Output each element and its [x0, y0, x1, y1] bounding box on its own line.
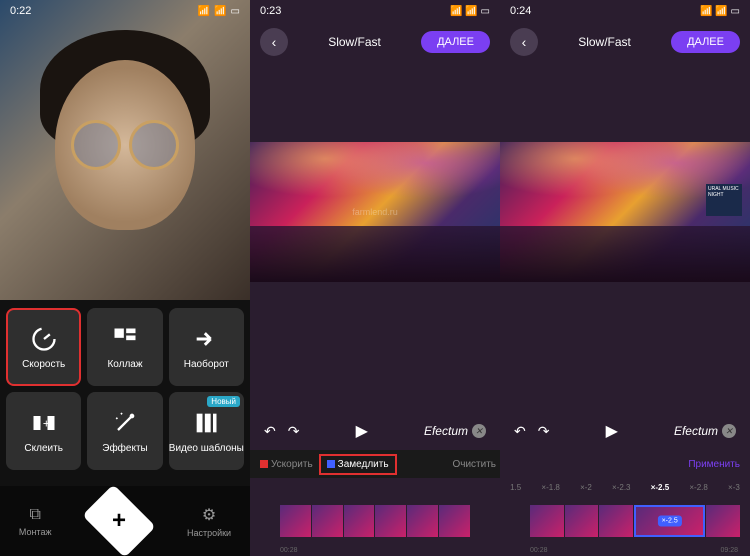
tool-tiles: Скорость Коллаж Наоборот + Склеить Эффек…	[0, 302, 250, 476]
playback-controls: ↶ ↷ ▶ Efectum ✕	[500, 416, 750, 446]
status-icons: 📶 📶 ▭	[700, 6, 740, 17]
top-bar: ‹ Slow/Fast ДАЛЕЕ	[500, 22, 750, 62]
brand-label: Efectum ✕	[674, 424, 736, 438]
status-icons: 📶 📶 ▭	[198, 6, 240, 17]
gear-icon: ⚙	[202, 505, 216, 525]
selected-segment[interactable]	[634, 505, 705, 537]
action-bar: Применить	[500, 450, 750, 478]
tile-merge[interactable]: + Склеить	[6, 392, 81, 470]
nav-label: Монтаж	[19, 527, 52, 537]
speed-opt[interactable]: ×-2.8	[689, 483, 707, 492]
chevron-left-icon: ‹	[272, 34, 277, 50]
tile-label: Эффекты	[102, 443, 147, 454]
video-preview[interactable]: farmlend.ru	[250, 142, 500, 282]
tile-label: Склеить	[24, 443, 62, 454]
tab-speedup[interactable]: Ускорить	[254, 456, 319, 473]
speed-tabs: Ускорить Замедлить Очистить	[250, 450, 500, 478]
status-time: 0:22	[10, 5, 31, 17]
time-start: 00:28	[530, 547, 548, 554]
back-button[interactable]: ‹	[260, 28, 288, 56]
timeline[interactable]	[250, 498, 500, 544]
tab-clear[interactable]: Очистить	[452, 459, 496, 470]
merge-icon: +	[30, 409, 58, 437]
speedometer-icon	[30, 325, 58, 353]
plus-icon: +	[112, 507, 126, 535]
wifi-icon: 📶	[214, 6, 226, 17]
play-button[interactable]: ▶	[606, 421, 618, 441]
hero-glasses	[71, 120, 179, 170]
wand-icon	[111, 409, 139, 437]
chevron-left-icon: ‹	[522, 34, 527, 50]
new-badge: Новый	[207, 396, 240, 407]
tile-collage[interactable]: Коллаж	[87, 308, 162, 386]
stage-sign: URAL MUSIC NIGHT	[706, 184, 742, 216]
tile-reverse[interactable]: Наоборот	[169, 308, 244, 386]
speed-opt[interactable]: 1.5	[510, 483, 521, 492]
collage-icon	[111, 325, 139, 353]
speed-opt[interactable]: ×-2	[580, 483, 592, 492]
redo-icon[interactable]: ↷	[538, 423, 550, 440]
phone-screen-3: 0:24 📶 📶 ▭ ‹ Slow/Fast ДАЛЕЕ URAL MUSIC …	[500, 0, 750, 556]
back-button[interactable]: ‹	[510, 28, 538, 56]
video-preview[interactable]: URAL MUSIC NIGHT	[500, 142, 750, 282]
tile-label: Наоборот	[184, 359, 229, 370]
next-button[interactable]: ДАЛЕЕ	[671, 31, 740, 53]
nav-settings[interactable]: ⚙ Настройки	[187, 505, 231, 538]
time-end: 09:28	[720, 547, 738, 554]
status-icons: 📶 📶 ▭	[450, 6, 490, 17]
status-bar: 0:24 📶 📶 ▭	[500, 0, 750, 22]
close-icon[interactable]: ✕	[472, 424, 486, 438]
undo-icon[interactable]: ↶	[264, 423, 276, 440]
tile-templates[interactable]: Новый Видео шаблоны	[169, 392, 244, 470]
battery-icon: ▭	[231, 6, 240, 17]
brand-label: Efectum ✕	[424, 424, 486, 438]
speed-opt-active[interactable]: ×-2.5	[651, 483, 669, 492]
next-button[interactable]: ДАЛЕЕ	[421, 31, 490, 53]
timeline[interactable]	[500, 498, 750, 544]
top-bar: ‹ Slow/Fast ДАЛЕЕ	[250, 22, 500, 62]
crop-icon: ⧉	[29, 506, 40, 524]
watermark: farmlend.ru	[352, 207, 398, 217]
page-title: Slow/Fast	[328, 35, 381, 49]
bottom-nav: ⧉ Монтаж + ⚙ Настройки	[0, 486, 250, 556]
tile-label: Видео шаблоны	[169, 443, 244, 454]
status-bar: 0:23 📶 📶 ▭	[250, 0, 500, 22]
tile-speed[interactable]: Скорость	[6, 308, 81, 386]
speed-opt[interactable]: ×-1.8	[541, 483, 559, 492]
nav-montage[interactable]: ⧉ Монтаж	[19, 506, 52, 537]
tab-slowdown[interactable]: Замедлить	[319, 454, 397, 475]
add-button[interactable]: +	[82, 484, 156, 556]
redo-icon[interactable]: ↷	[288, 423, 300, 440]
speed-opt[interactable]: ×-2.3	[612, 483, 630, 492]
tile-effects[interactable]: Эффекты	[87, 392, 162, 470]
slowdown-icon	[327, 460, 335, 468]
phone-screen-2: 0:23 📶 📶 ▭ ‹ Slow/Fast ДАЛЕЕ farmlend.ru…	[250, 0, 500, 556]
speed-values: 1.5 ×-1.8 ×-2 ×-2.3 ×-2.5 ×-2.8 ×-3	[500, 478, 750, 496]
status-bar: 0:22 📶 📶 ▭	[0, 0, 250, 22]
time-start: 00:28	[280, 547, 298, 554]
tile-label: Скорость	[22, 359, 65, 370]
hero-image	[0, 0, 250, 300]
status-time: 0:23	[260, 5, 281, 17]
apply-button[interactable]: Применить	[682, 456, 746, 473]
phone-screen-1: 0:22 📶 📶 ▭ Скорость Коллаж Наоборот + Ск…	[0, 0, 250, 556]
templates-icon	[192, 409, 220, 437]
tile-label: Коллаж	[107, 359, 142, 370]
undo-icon[interactable]: ↶	[514, 423, 526, 440]
playback-controls: ↶ ↷ ▶ Efectum ✕	[250, 416, 500, 446]
status-time: 0:24	[510, 5, 531, 17]
close-icon[interactable]: ✕	[722, 424, 736, 438]
speed-opt[interactable]: ×-3	[728, 483, 740, 492]
play-button[interactable]: ▶	[356, 421, 368, 441]
nav-label: Настройки	[187, 528, 231, 538]
arrow-right-icon	[192, 325, 220, 353]
speedup-icon	[260, 460, 268, 468]
page-title: Slow/Fast	[578, 35, 631, 49]
signal-icon: 📶	[198, 6, 210, 17]
